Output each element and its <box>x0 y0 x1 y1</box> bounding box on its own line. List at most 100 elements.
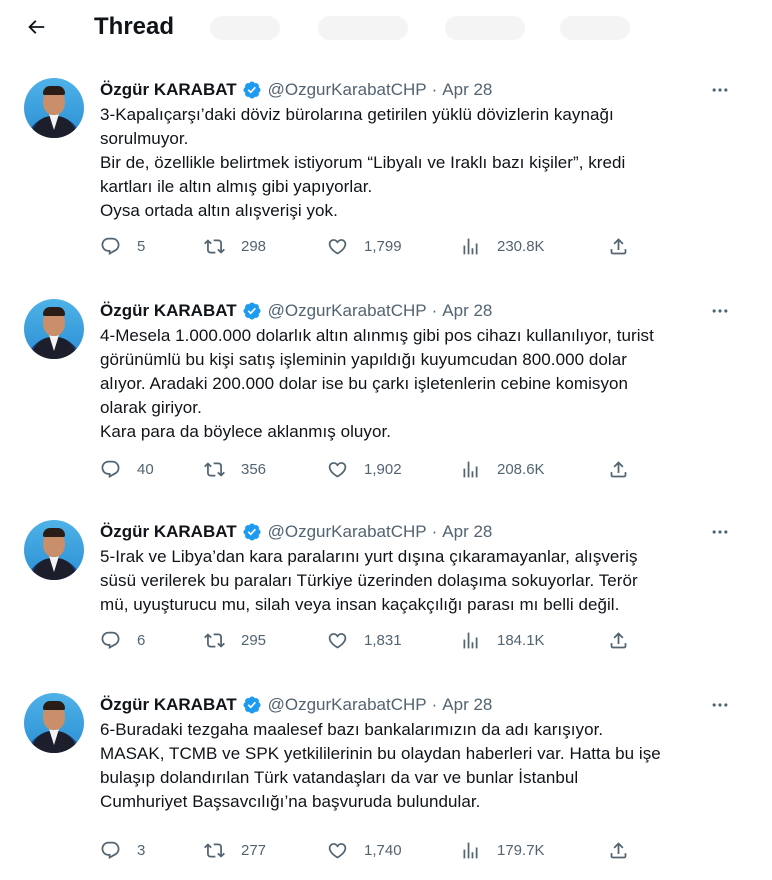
reply-button[interactable]: 5 <box>100 234 145 258</box>
views-count: 230.8K <box>497 237 545 255</box>
share-icon <box>610 460 627 477</box>
author-name[interactable]: Özgür KARABAT <box>100 80 237 100</box>
tweet[interactable]: Özgür KARABAT @OzgurKarabatCHP · Apr 28 … <box>0 498 772 671</box>
like-button[interactable]: 1,831 <box>327 628 402 652</box>
more-horizontal-icon <box>712 88 728 92</box>
separator-dot: · <box>431 80 438 99</box>
header-blur-ghost <box>318 16 408 40</box>
views-count: 184.1K <box>497 631 545 649</box>
reply-icon <box>101 631 120 649</box>
tweet-actions: 3 277 1,740 179.7K <box>100 838 640 862</box>
heart-icon <box>328 632 347 649</box>
share-icon <box>610 631 627 648</box>
arrow-left-icon <box>28 20 45 34</box>
heart-icon <box>328 842 347 859</box>
retweet-button[interactable]: 298 <box>204 234 266 258</box>
tweet-text: 3-Kapalıçarşı’daki döviz bürolarına geti… <box>100 105 626 220</box>
more-button[interactable] <box>706 78 734 102</box>
reply-icon <box>101 460 120 478</box>
share-icon <box>610 841 627 858</box>
like-count: 1,902 <box>364 460 402 478</box>
views-button[interactable]: 208.6K <box>460 457 545 481</box>
avatar[interactable] <box>24 78 84 138</box>
views-button[interactable]: 179.7K <box>460 838 545 862</box>
more-button[interactable] <box>706 693 734 717</box>
tweet[interactable]: Özgür KARABAT @OzgurKarabatCHP · Apr 28 … <box>0 277 772 498</box>
author-handle[interactable]: @OzgurKarabatCHP <box>268 80 427 100</box>
page-title: Thread <box>94 13 175 40</box>
reply-count: 5 <box>137 237 146 255</box>
header-blur-ghost <box>210 16 280 40</box>
like-count: 1,799 <box>364 237 402 255</box>
more-horizontal-icon <box>712 309 728 313</box>
tweet-body: Özgür KARABAT @OzgurKarabatCHP · Apr 28 … <box>100 78 736 223</box>
header-blur-ghost <box>445 16 525 40</box>
reply-button[interactable]: 6 <box>100 628 145 652</box>
reply-button[interactable]: 3 <box>100 838 145 862</box>
like-button[interactable]: 1,740 <box>327 838 402 862</box>
tweet-body: Özgür KARABAT @OzgurKarabatCHP · Apr 28 … <box>100 299 736 444</box>
reply-count: 40 <box>137 460 154 478</box>
tweet-date[interactable]: Apr 28 <box>442 522 492 542</box>
tweet-date[interactable]: Apr 28 <box>442 301 492 321</box>
author-name[interactable]: Özgür KARABAT <box>100 695 237 715</box>
share-icon <box>610 237 627 254</box>
tweet-body: Özgür KARABAT @OzgurKarabatCHP · Apr 28 … <box>100 693 736 814</box>
tweet-actions: 5 298 1,799 230.8K <box>100 234 640 258</box>
more-button[interactable] <box>706 520 734 544</box>
share-button[interactable] <box>608 838 629 862</box>
like-button[interactable]: 1,902 <box>327 457 402 481</box>
retweet-button[interactable]: 356 <box>204 457 266 481</box>
views-button[interactable]: 230.8K <box>460 234 545 258</box>
heart-icon <box>328 238 347 255</box>
heart-icon <box>328 461 347 478</box>
views-chart-icon <box>463 238 478 254</box>
tweet[interactable]: Özgür KARABAT @OzgurKarabatCHP · Apr 28 … <box>0 671 772 880</box>
share-button[interactable] <box>608 628 629 652</box>
views-chart-icon <box>463 632 478 648</box>
author-handle[interactable]: @OzgurKarabatCHP <box>268 695 427 715</box>
avatar[interactable] <box>24 693 84 753</box>
verified-badge-icon <box>242 695 262 715</box>
tweet-meta: Özgür KARABAT @OzgurKarabatCHP · Apr 28 <box>100 299 736 323</box>
views-count: 208.6K <box>497 460 545 478</box>
views-chart-icon <box>463 461 478 477</box>
tweet-meta: Özgür KARABAT @OzgurKarabatCHP · Apr 28 <box>100 693 736 717</box>
retweet-button[interactable]: 295 <box>204 628 266 652</box>
retweet-icon <box>204 842 225 858</box>
tweet-text: 5-Irak ve Libya’dan kara paralarını yurt… <box>100 547 638 614</box>
tweet-body: Özgür KARABAT @OzgurKarabatCHP · Apr 28 … <box>100 520 736 617</box>
back-button[interactable] <box>18 9 54 45</box>
like-button[interactable]: 1,799 <box>327 234 402 258</box>
author-handle[interactable]: @OzgurKarabatCHP <box>268 301 427 321</box>
retweet-count: 295 <box>241 631 267 649</box>
tweet[interactable]: Özgür KARABAT @OzgurKarabatCHP · Apr 28 … <box>0 56 772 277</box>
more-horizontal-icon <box>712 530 728 534</box>
retweet-button[interactable]: 277 <box>204 838 266 862</box>
reply-count: 3 <box>137 841 146 859</box>
avatar[interactable] <box>24 520 84 580</box>
share-button[interactable] <box>608 234 629 258</box>
like-count: 1,740 <box>364 841 402 859</box>
tweet-actions: 40 356 1,902 208.6K <box>100 457 640 481</box>
author-handle[interactable]: @OzgurKarabatCHP <box>268 522 427 542</box>
avatar[interactable] <box>24 299 84 359</box>
author-name[interactable]: Özgür KARABAT <box>100 301 237 321</box>
tweet-meta: Özgür KARABAT @OzgurKarabatCHP · Apr 28 <box>100 520 736 544</box>
retweet-icon <box>204 632 225 648</box>
reply-button[interactable]: 40 <box>100 457 154 481</box>
views-button[interactable]: 184.1K <box>460 628 545 652</box>
header-blur-ghost <box>560 16 630 40</box>
tweet-date[interactable]: Apr 28 <box>442 80 492 100</box>
separator-dot: · <box>431 695 438 714</box>
reply-count: 6 <box>137 631 146 649</box>
reply-icon <box>101 841 120 859</box>
retweet-count: 277 <box>241 841 267 859</box>
more-button[interactable] <box>706 299 734 323</box>
thread-list: Özgür KARABAT @OzgurKarabatCHP · Apr 28 … <box>0 56 772 880</box>
author-name[interactable]: Özgür KARABAT <box>100 522 237 542</box>
like-count: 1,831 <box>364 631 402 649</box>
share-button[interactable] <box>608 457 629 481</box>
retweet-count: 356 <box>241 460 267 478</box>
tweet-date[interactable]: Apr 28 <box>442 695 492 715</box>
